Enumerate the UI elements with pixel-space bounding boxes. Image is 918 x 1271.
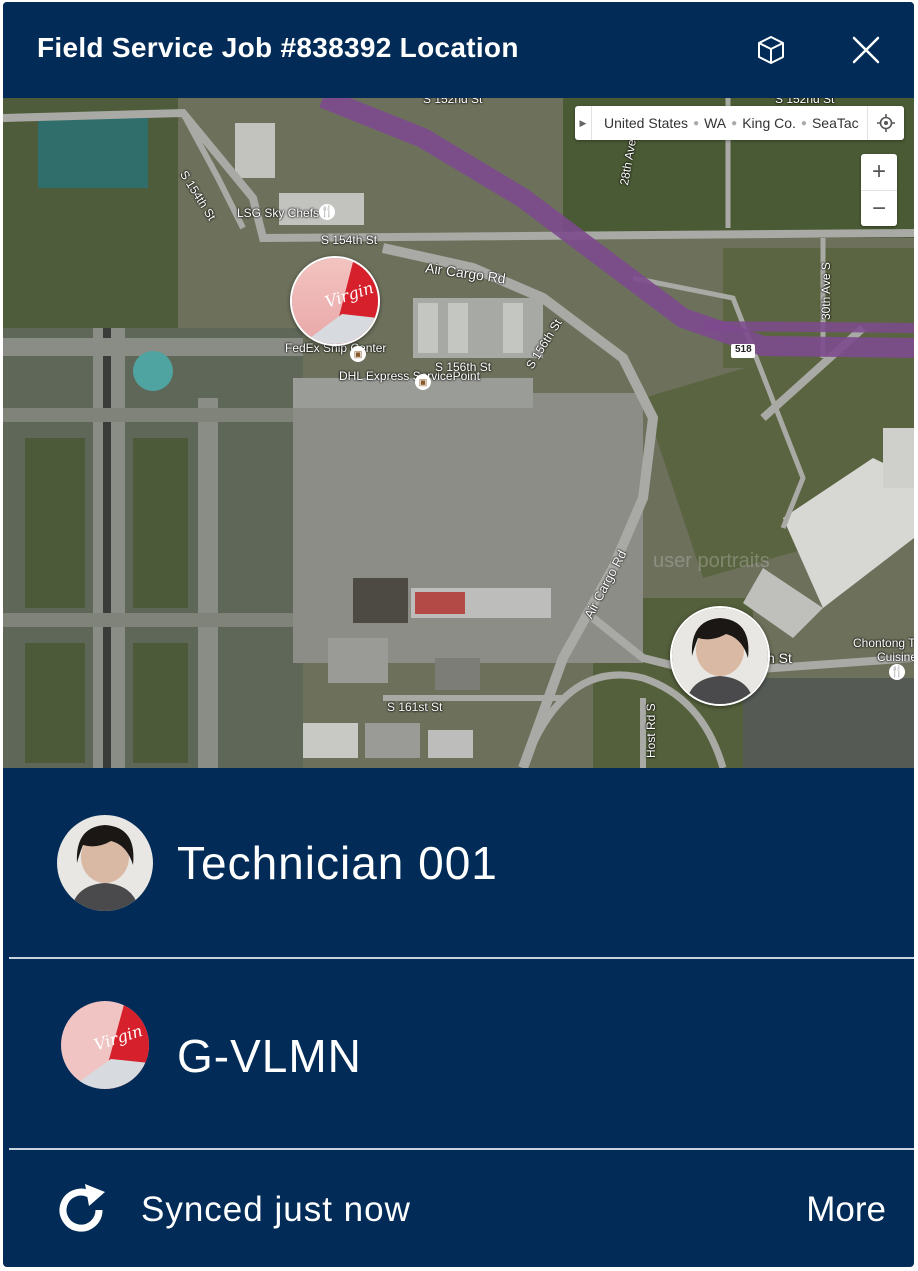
map-label-dhl: DHL Express ServicePoint [339,369,480,383]
technician-avatar [57,815,153,911]
breadcrumb-expand-icon[interactable]: ▶ [575,106,592,140]
card-footer: Synced just now More [3,1152,914,1267]
map-label-s161st: S 161st St [387,700,443,714]
sync-icon[interactable] [55,1184,107,1236]
breadcrumb-state[interactable]: WA [704,115,726,131]
map-view[interactable]: S 152nd St S 152nd St S 154th St LSG Sky… [3,98,914,768]
map-label-s154th: S 154th St [321,233,378,247]
card-title: Field Service Job #838392 Location [37,32,519,63]
map-label-s152nd-east: S 152nd St [775,98,835,106]
cube-icon[interactable] [751,30,791,70]
route-518-shield: 518 [735,344,752,355]
map-label-host-rd: Host Rd S [644,703,658,758]
resource-name: G-VLMN [177,1030,362,1082]
locate-me-icon[interactable] [866,106,904,140]
restaurant-icon: 🍴 [889,664,905,680]
map-label-h-st: h St [767,650,792,666]
resource-name: Technician 001 [177,837,498,889]
aerial-imagery [3,98,914,768]
breadcrumb-county[interactable]: King Co. [742,115,796,131]
restaurant-icon: 🍴 [319,204,335,220]
card-header: Field Service Job #838392 Location [3,2,914,98]
resource-row-aircraft[interactable]: Virgin G-VLMN [3,959,914,1149]
shop-icon: ▣ [415,374,431,390]
technician-portrait-icon [672,608,768,704]
technician-pin[interactable] [670,606,770,706]
map-label-cuisine: Cuisine [877,650,914,664]
close-icon[interactable] [846,30,886,70]
map-label-chontong: Chontong T [853,636,914,650]
map-label-30th-ave: 30th Ave S [819,262,833,320]
map-label-lsg-sky-chefs: LSG Sky Chefs [237,206,320,220]
map-label-s156th: S 156th St [435,360,492,374]
location-card: Field Service Job #838392 Location S 152… [3,2,914,1267]
map-watermark: user portraits [653,550,770,572]
sync-status: Synced just now [141,1190,411,1229]
zoom-controls: + − [861,154,897,226]
aircraft-tail-icon: Virgin [292,258,378,344]
resource-row-technician[interactable]: Technician 001 [3,768,914,958]
shop-icon: ▣ [350,346,366,362]
aircraft-pin[interactable]: Virgin [290,256,380,346]
location-breadcrumb: ▶ United States ● WA ● King Co. ● SeaTac [575,106,904,140]
breadcrumb-country[interactable]: United States [592,115,688,131]
map-label-s152nd: S 152nd St [423,98,483,106]
zoom-out-button[interactable]: − [861,191,897,227]
breadcrumb-city[interactable]: SeaTac [812,115,859,131]
row-divider [9,1148,914,1150]
aircraft-avatar: Virgin [61,1001,149,1089]
zoom-in-button[interactable]: + [861,154,897,191]
more-button[interactable]: More [806,1190,886,1230]
